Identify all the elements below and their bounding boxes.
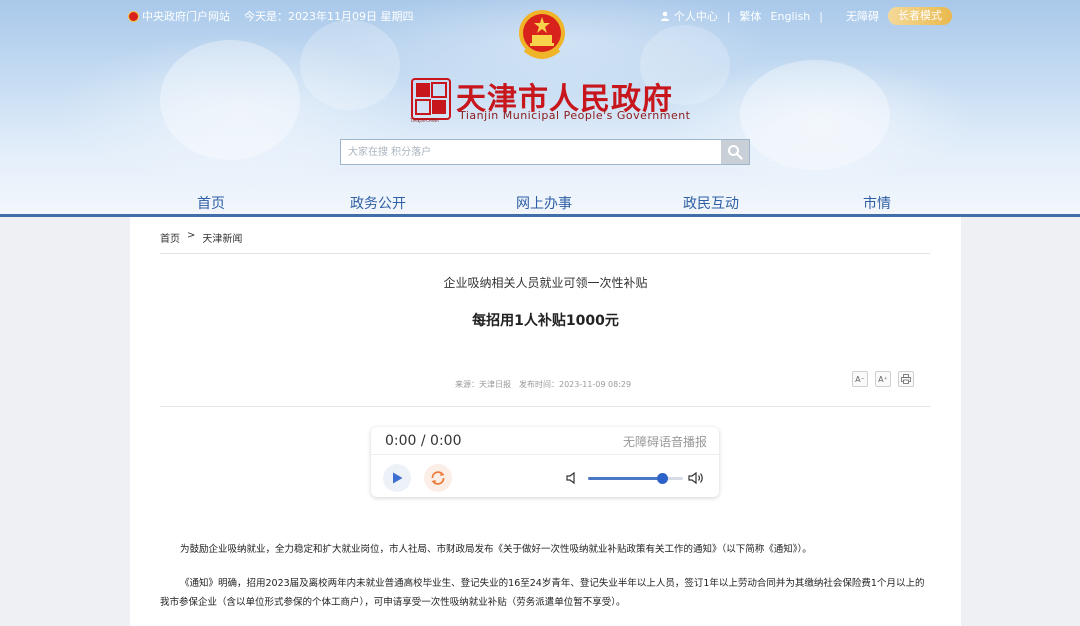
person-icon (660, 11, 669, 21)
breadcrumb-section[interactable]: 天津新闻 (202, 230, 242, 245)
search-button[interactable] (721, 140, 749, 164)
article-paragraph: 为鼓励企业吸纳就业，全力稳定和扩大就业岗位，市人社局、市财政局发布《关于做好一次… (180, 544, 812, 555)
search-input[interactable] (341, 140, 721, 164)
nav-item-online-services[interactable]: 网上办事 (516, 193, 572, 213)
traditional-chinese-link[interactable]: 繁体 (740, 8, 762, 24)
central-gov-link[interactable]: 中央政府门户网站 (128, 8, 230, 24)
separator: | (726, 9, 731, 23)
search-box (340, 139, 750, 165)
audio-player: 0:00 / 0:00 无障碍语音播报 (371, 427, 719, 497)
article-tools: A⁻ A⁺ (852, 371, 914, 387)
article-headline: 每招用1人补贴1000元 (472, 313, 619, 329)
current-date: 今天是：2023年11月09日 星期四 (244, 10, 414, 23)
banner-flower-decoration (740, 60, 890, 170)
tianjin-seal-logo (411, 78, 451, 120)
breadcrumb-separator: > (187, 230, 196, 241)
article-kicker: 企业吸纳相关人员就业可领一次性补贴 (443, 276, 648, 290)
breadcrumb: 首页 > 天津新闻 (160, 230, 242, 245)
play-button[interactable] (383, 464, 411, 492)
article-meta: 来源：天津日报 发布时间：2023-11-09 08:29 (455, 379, 631, 390)
player-divider (371, 454, 719, 455)
loop-button[interactable] (424, 464, 452, 492)
site-subtitle: Tianjin Municipal People's Government (459, 109, 691, 122)
print-icon (901, 374, 911, 384)
banner-flower-decoration (160, 40, 300, 160)
personal-center-link[interactable]: 个人中心 (660, 8, 718, 24)
font-decrease-button[interactable]: A⁻ (852, 371, 868, 387)
print-button[interactable] (898, 371, 914, 387)
national-emblem-icon (128, 11, 139, 22)
divider (160, 253, 930, 254)
divider (160, 406, 930, 407)
volume-low-icon[interactable] (565, 471, 579, 485)
article-container: 首页 > 天津新闻 企业吸纳相关人员就业可领一次性补贴 每招用1人补贴1000元… (130, 217, 961, 626)
national-emblem-icon (519, 10, 565, 59)
nav-item-interaction[interactable]: 政民互动 (683, 193, 739, 213)
banner-flower-decoration (300, 20, 400, 110)
elder-mode-button[interactable]: 长者模式 (888, 7, 952, 25)
audio-time: 0:00 / 0:00 (385, 433, 462, 449)
nav-item-gov-affairs[interactable]: 政务公开 (350, 193, 406, 213)
article-source: 来源：天津日报 (455, 380, 511, 389)
volume-slider[interactable] (588, 473, 683, 484)
volume-fill (588, 477, 663, 480)
volume-high-icon[interactable] (687, 470, 705, 486)
play-icon (393, 472, 403, 484)
audio-label: 无障碍语音播报 (622, 435, 707, 449)
article-publish-time: 发布时间：2023-11-09 08:29 (519, 380, 632, 389)
search-icon (728, 145, 743, 160)
nav-item-home[interactable]: 首页 (197, 193, 225, 213)
main-nav: 首页 政务公开 网上办事 政民互动 市情 (0, 184, 1080, 216)
english-link[interactable]: English (771, 10, 811, 23)
nav-item-city-info[interactable]: 市情 (863, 193, 891, 213)
article-paragraph: 《通知》明确，招用2023届及离校两年内未就业普通高校毕业生、登记失业的16至2… (160, 578, 925, 608)
seal-caption: TIANJIN·CHINA (410, 118, 439, 123)
accessibility-link[interactable]: 无障碍 (846, 8, 879, 24)
loop-icon (431, 471, 445, 485)
header-banner: 中央政府门户网站 今天是：2023年11月09日 星期四 个人中心 | 繁体 E… (0, 0, 1080, 216)
volume-knob[interactable] (656, 473, 668, 484)
separator: | (819, 9, 823, 23)
font-increase-button[interactable]: A⁺ (875, 371, 891, 387)
breadcrumb-home[interactable]: 首页 (160, 230, 180, 245)
